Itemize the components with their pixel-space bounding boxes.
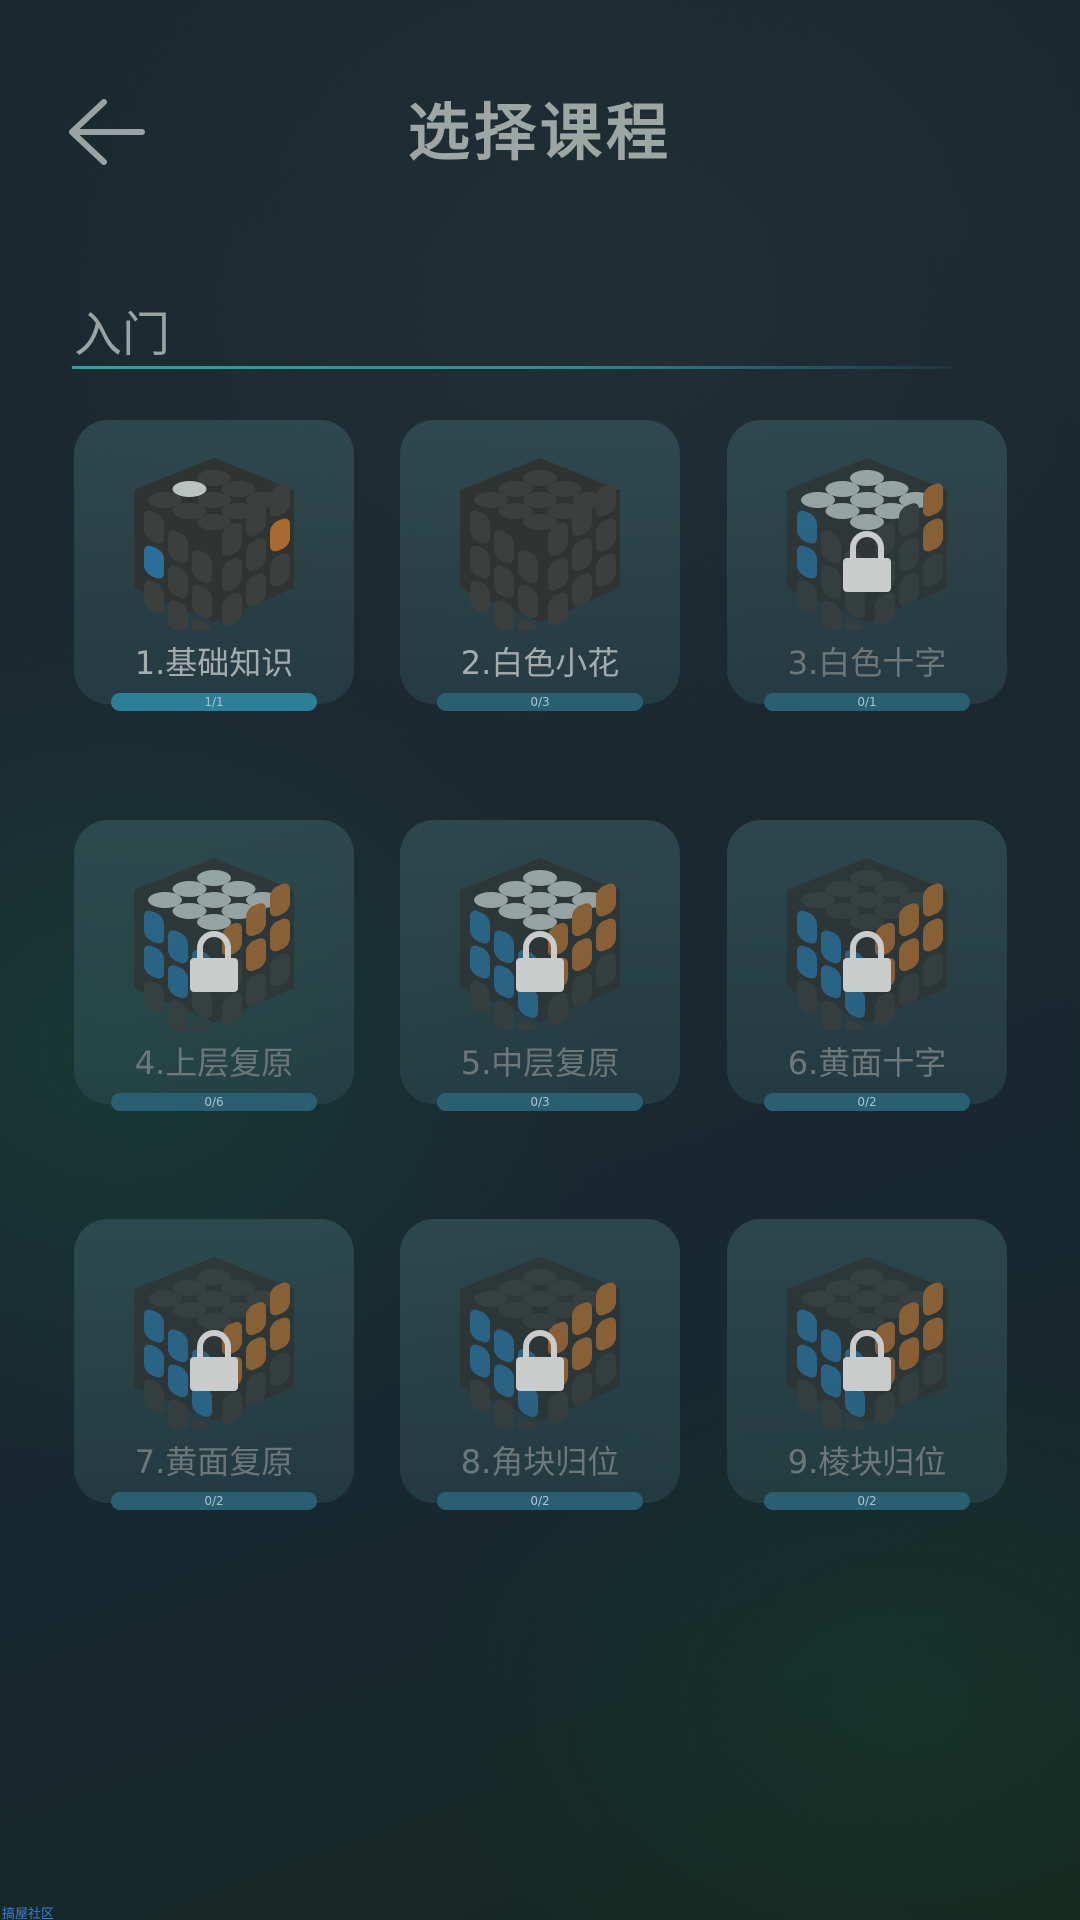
- course-progress-bar: 0/2: [764, 1492, 970, 1510]
- course-progress-bar: 0/1: [764, 693, 970, 711]
- watermark: 搞屋社区: [2, 1907, 55, 1920]
- lock-icon: [186, 930, 242, 994]
- lock-icon: [839, 1329, 895, 1393]
- lock-icon: [839, 530, 895, 594]
- course-label: 7.黄面复原: [134, 1443, 294, 1481]
- progress-text: 0/6: [204, 1095, 224, 1109]
- rubiks-cube-icon: [450, 450, 630, 653]
- course-card[interactable]: 3.白色十字: [727, 420, 1007, 704]
- course-card[interactable]: 5.中层复原: [400, 820, 680, 1104]
- course-label: 1.基础知识: [134, 644, 294, 682]
- lock-icon: [512, 1329, 568, 1393]
- lock-icon: [186, 1329, 242, 1393]
- rubiks-cube-icon: [124, 450, 304, 653]
- course-progress-bar: 0/2: [437, 1492, 643, 1510]
- course-label: 4.上层复原: [134, 1044, 294, 1082]
- progress-text: 0/3: [530, 1095, 550, 1109]
- course-grid: 1.基础知识 1/1 2.白色小花 0/3 3.白色十字 0/1 4.上层复原 0/6 5.中层…: [0, 0, 1080, 1920]
- course-card[interactable]: 6.黄面十字: [727, 820, 1007, 1104]
- course-card[interactable]: 2.白色小花: [400, 420, 680, 704]
- progress-text: 0/3: [530, 695, 550, 709]
- course-label: 9.棱块归位: [787, 1443, 947, 1481]
- progress-text: 0/2: [530, 1494, 550, 1508]
- course-progress-bar: 0/6: [111, 1093, 317, 1111]
- course-progress-bar: 0/2: [764, 1093, 970, 1111]
- course-progress-bar: 0/3: [437, 693, 643, 711]
- course-label: 2.白色小花: [460, 644, 620, 682]
- course-label: 8.角块归位: [460, 1443, 620, 1481]
- course-label: 5.中层复原: [460, 1044, 620, 1082]
- progress-text: 0/2: [857, 1095, 877, 1109]
- course-label: 6.黄面十字: [787, 1044, 947, 1082]
- course-card[interactable]: 8.角块归位: [400, 1219, 680, 1503]
- course-card[interactable]: 1.基础知识: [74, 420, 354, 704]
- lock-icon: [839, 930, 895, 994]
- course-label: 3.白色十字: [787, 644, 947, 682]
- lock-icon: [512, 930, 568, 994]
- progress-text: 0/2: [204, 1494, 224, 1508]
- course-card[interactable]: 9.棱块归位: [727, 1219, 1007, 1503]
- progress-text: 1/1: [204, 695, 224, 709]
- course-card[interactable]: 7.黄面复原: [74, 1219, 354, 1503]
- course-progress-bar: 1/1: [111, 693, 317, 711]
- course-progress-bar: 0/2: [111, 1492, 317, 1510]
- progress-text: 0/2: [857, 1494, 877, 1508]
- progress-text: 0/1: [857, 695, 877, 709]
- course-progress-bar: 0/3: [437, 1093, 643, 1111]
- course-card[interactable]: 4.上层复原: [74, 820, 354, 1104]
